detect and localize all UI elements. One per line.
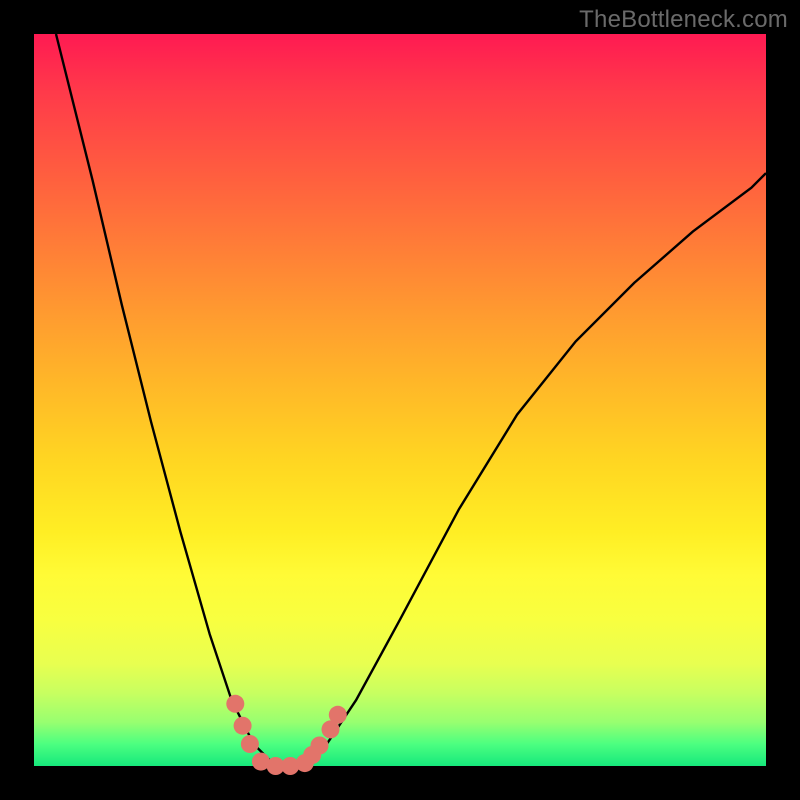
data-marker bbox=[329, 706, 347, 724]
plot-area bbox=[34, 34, 766, 766]
watermark-label: TheBottleneck.com bbox=[579, 6, 788, 34]
data-marker bbox=[226, 695, 244, 713]
curve-layer bbox=[34, 34, 766, 766]
marker-group bbox=[226, 695, 346, 775]
chart-frame: TheBottleneck.com bbox=[0, 0, 800, 800]
bottleneck-curve bbox=[56, 34, 766, 766]
data-marker bbox=[241, 735, 259, 753]
data-marker bbox=[234, 717, 252, 735]
data-marker bbox=[311, 737, 329, 755]
